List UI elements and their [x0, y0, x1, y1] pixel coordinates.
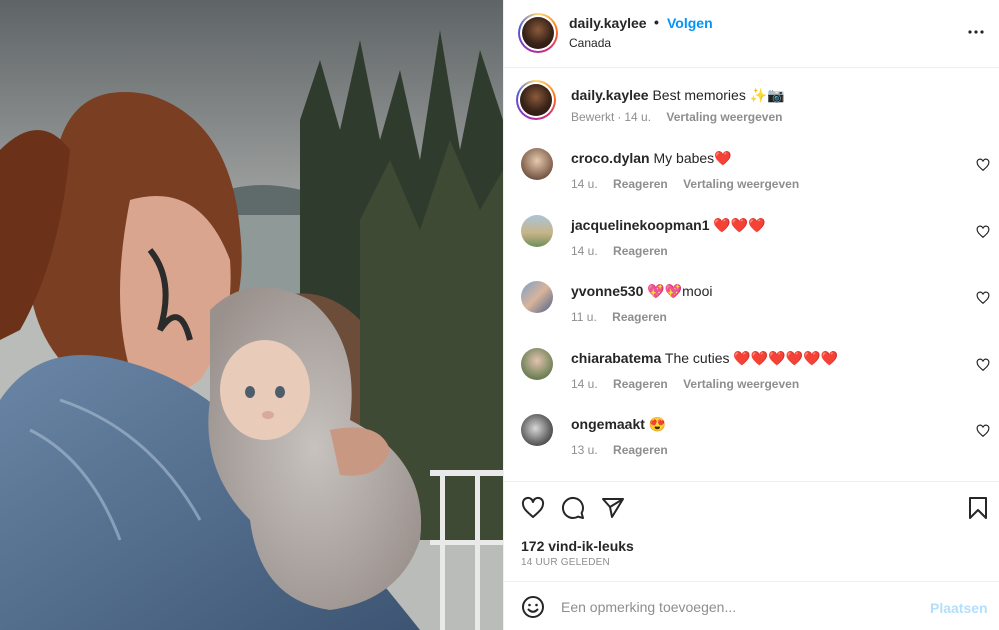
comment-username[interactable]: ongemaakt [571, 416, 645, 432]
comment-item: jacquelinekoopman1 ❤️❤️❤️ 14 u. Reageren [504, 213, 999, 279]
comment-age[interactable]: 14 u. [571, 377, 598, 391]
reply-button[interactable]: Reageren [613, 377, 668, 391]
comment-like-heart-icon[interactable] [976, 158, 990, 172]
header-separator: • [654, 14, 659, 30]
post-photo-illustration [0, 0, 503, 630]
comment-text: My babes❤️ [653, 150, 732, 166]
comment-age[interactable]: 14 u. [571, 177, 598, 191]
caption-edited: Bewerkt [571, 110, 615, 124]
post-comment-button[interactable]: Plaatsen [930, 600, 988, 616]
post-photo[interactable] [0, 0, 503, 630]
comment-avatar[interactable] [521, 148, 553, 180]
author-avatar[interactable] [518, 13, 558, 53]
emoji-icon[interactable] [521, 595, 545, 619]
comment-meta: 14 u. Reageren Vertaling weergeven [571, 377, 811, 391]
comment-avatar[interactable] [521, 281, 553, 313]
comment-text: 😍 [648, 416, 667, 432]
post-actions: 172 vind-ik-leuks 14 UUR GELEDEN [504, 481, 999, 581]
caption: daily.kaylee Best memories ✨📷 Bewerkt · 14… [504, 80, 999, 146]
comment-text-line: ongemaakt 😍 [571, 415, 666, 433]
caption-username[interactable]: daily.kaylee [571, 87, 649, 103]
comment-meta: 14 u. Reageren [571, 244, 680, 258]
reply-button[interactable]: Reageren [613, 443, 668, 457]
caption-age[interactable]: 14 u. [624, 110, 651, 124]
caption-text: Best memories ✨📷 [652, 87, 785, 103]
comment-text: The cuties ❤️❤️❤️❤️❤️❤️ [664, 350, 838, 366]
comment-input[interactable] [561, 594, 911, 620]
bookmark-icon[interactable] [966, 496, 990, 520]
post-panel: daily.kaylee • Volgen Canada daily.kayle… [503, 0, 999, 630]
caption-dot: · [617, 110, 622, 124]
comment-item: chiarabatema The cuties ❤️❤️❤️❤️❤️❤️ 14 … [504, 346, 999, 412]
comment-text-line: yvonne530 💖💖mooi [571, 282, 712, 300]
comment-username[interactable]: croco.dylan [571, 150, 650, 166]
post-location[interactable]: Canada [569, 36, 611, 50]
comment-like-heart-icon[interactable] [976, 291, 990, 305]
comment-avatar[interactable] [521, 414, 553, 446]
comment-text-line: chiarabatema The cuties ❤️❤️❤️❤️❤️❤️ [571, 349, 838, 367]
post-timestamp: 14 UUR GELEDEN [521, 557, 610, 568]
share-icon[interactable] [601, 496, 625, 520]
follow-button[interactable]: Volgen [667, 15, 713, 31]
reply-button[interactable]: Reageren [613, 244, 668, 258]
heart-icon[interactable] [521, 496, 545, 520]
caption-meta: Bewerkt · 14 u. Vertaling weergeven [571, 110, 794, 124]
author-username[interactable]: daily.kaylee [569, 15, 647, 31]
translate-button[interactable]: Vertaling weergeven [683, 377, 799, 391]
reply-button[interactable]: Reageren [612, 310, 667, 324]
comment-like-heart-icon[interactable] [976, 225, 990, 239]
caption-text-line: daily.kaylee Best memories ✨📷 [571, 86, 785, 104]
comment-text-line: jacquelinekoopman1 ❤️❤️❤️ [571, 216, 766, 234]
comment-avatar[interactable] [521, 215, 553, 247]
comment-username[interactable]: yvonne530 [571, 283, 643, 299]
likes-count[interactable]: 172 vind-ik-leuks [521, 538, 634, 554]
reply-button[interactable]: Reageren [613, 177, 668, 191]
add-comment-bar: Plaatsen [504, 581, 999, 630]
comment-text: ❤️❤️❤️ [713, 217, 766, 233]
comment-meta: 11 u. Reageren [571, 310, 679, 324]
comment-like-heart-icon[interactable] [976, 424, 990, 438]
caption-avatar[interactable] [516, 80, 556, 120]
comment-meta: 14 u. Reageren Vertaling weergeven [571, 177, 811, 191]
comment-item: ongemaakt 😍 13 u. Reageren [504, 412, 999, 478]
comment-age[interactable]: 14 u. [571, 244, 598, 258]
comment-like-heart-icon[interactable] [976, 358, 990, 372]
comment-age[interactable]: 13 u. [571, 443, 598, 457]
comment-username[interactable]: jacquelinekoopman1 [571, 217, 709, 233]
comments-list[interactable]: daily.kaylee Best memories ✨📷 Bewerkt · 14… [504, 68, 999, 481]
comment-text-line: croco.dylan My babes❤️ [571, 149, 732, 167]
translate-button[interactable]: Vertaling weergeven [683, 177, 799, 191]
comment-icon[interactable] [561, 496, 585, 520]
comment-item: yvonne530 💖💖mooi 11 u. Reageren [504, 279, 999, 345]
caption-translate-button[interactable]: Vertaling weergeven [666, 110, 782, 124]
post-header: daily.kaylee • Volgen Canada [504, 0, 999, 68]
comment-meta: 13 u. Reageren [571, 443, 680, 457]
comment-age[interactable]: 11 u. [571, 310, 597, 324]
more-icon[interactable] [964, 20, 988, 44]
comment-avatar[interactable] [521, 348, 553, 380]
comment-text: 💖💖mooi [647, 283, 713, 299]
comment-username[interactable]: chiarabatema [571, 350, 661, 366]
comment-item: croco.dylan My babes❤️ 14 u. Reageren Ve… [504, 146, 999, 212]
